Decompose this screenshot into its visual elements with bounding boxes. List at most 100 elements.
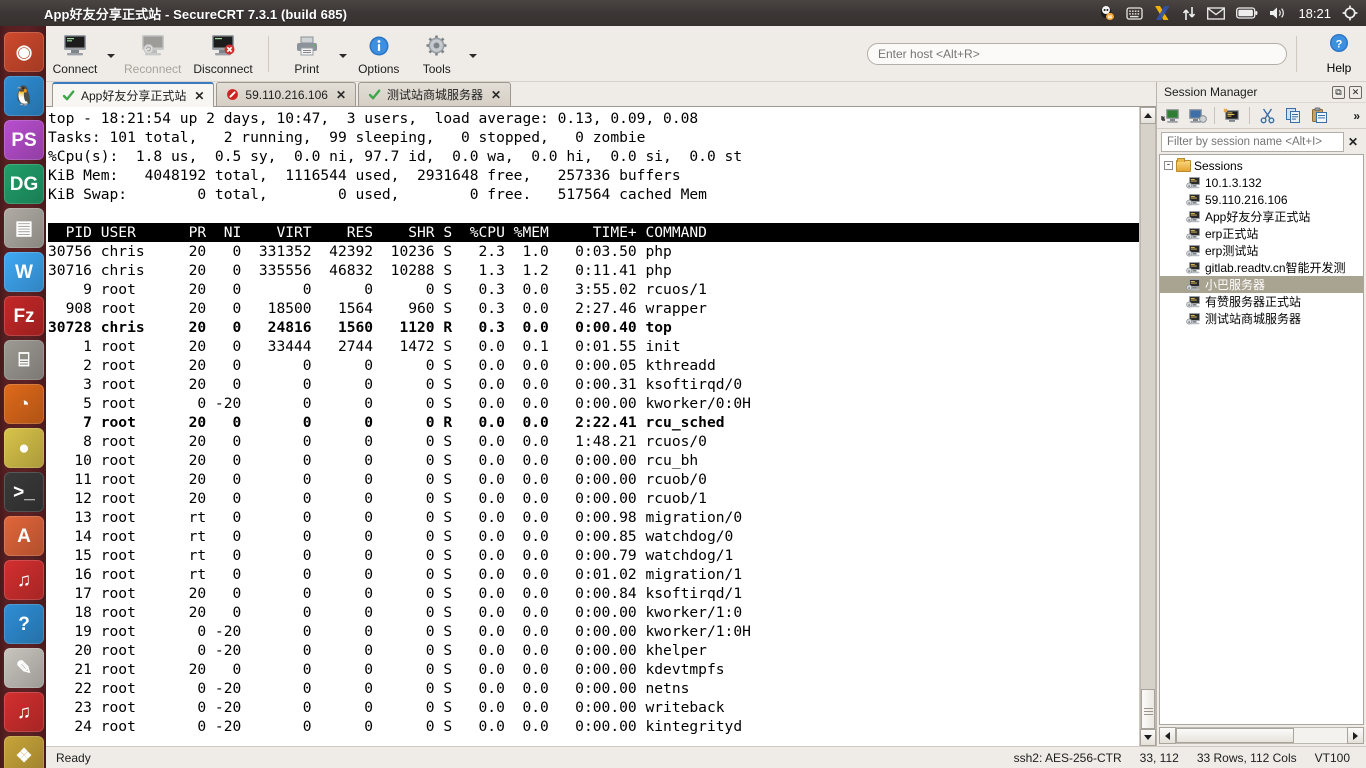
session-item-2[interactable]: App好友分享正式站: [1160, 208, 1363, 225]
session-tree-hscrollbar[interactable]: [1159, 727, 1364, 744]
netease-music-2-icon[interactable]: ♫: [4, 692, 44, 732]
session-item-6[interactable]: 小巴服务器: [1160, 276, 1363, 293]
terminal-column: App好友分享正式站 ✕ 59.110.216.106 ✕ 测试站商城服务器 ✕ top …: [46, 82, 1156, 746]
gear-icon: [425, 33, 448, 59]
paste-icon[interactable]: [1308, 105, 1330, 126]
launcher-icon-glyph: W: [15, 261, 33, 283]
power-gear-icon[interactable]: [1342, 2, 1358, 24]
ubuntu-dash-icon[interactable]: ◉: [4, 32, 44, 72]
session-item-7[interactable]: 有赞服务器正式站: [1160, 293, 1363, 310]
print-button[interactable]: Print: [278, 28, 336, 80]
tools-button[interactable]: Tools: [408, 28, 466, 80]
undock-icon[interactable]: ⧉: [1332, 85, 1345, 99]
connect-in-tab-icon[interactable]: [1221, 105, 1243, 126]
status-encryption: ssh2: AES-256-CTR: [1013, 750, 1122, 765]
volume-icon[interactable]: [1269, 2, 1287, 24]
session-item-5[interactable]: gitlab.readtv.cn智能开发测: [1160, 259, 1363, 276]
session-item-4[interactable]: erp测试站: [1160, 242, 1363, 259]
disconnect-button[interactable]: Disconnect: [187, 28, 258, 80]
tab-close-icon[interactable]: ✕: [336, 88, 346, 102]
disconnect-label: Disconnect: [193, 61, 253, 76]
toolbar-separator: [267, 35, 269, 72]
session-item-8[interactable]: 测试站商城服务器: [1160, 310, 1363, 327]
launcher-icon-glyph: ♫: [16, 701, 32, 723]
netease-music-icon[interactable]: ♫: [4, 560, 44, 600]
connect-button[interactable]: Connect: [46, 28, 104, 80]
datagrip-icon[interactable]: DG: [4, 164, 44, 204]
scroll-up-button[interactable]: [1140, 107, 1156, 124]
panel-clock[interactable]: 18:21: [1298, 6, 1331, 21]
network-updown-icon[interactable]: [1182, 2, 1196, 24]
hscroll-right-button[interactable]: [1347, 727, 1364, 744]
tools-dropdown-arrow[interactable]: [466, 28, 480, 80]
process-row: 22 root 0 -20 0 0 0 S 0.0 0.0 0:00.00 ne…: [48, 680, 690, 697]
firefox-icon[interactable]: ◔: [4, 384, 44, 424]
reconnect-button[interactable]: Reconnect: [118, 28, 187, 80]
battery-icon[interactable]: [1236, 2, 1258, 24]
tab-1[interactable]: 59.110.216.106 ✕: [216, 82, 357, 106]
tab-close-icon[interactable]: ✕: [194, 89, 204, 103]
print-dropdown-arrow[interactable]: [336, 28, 350, 80]
scroll-thumb[interactable]: [1141, 689, 1155, 729]
connect-dropdown-arrow[interactable]: [104, 28, 118, 80]
scroll-track[interactable]: [1140, 124, 1156, 729]
tab-close-icon[interactable]: ✕: [491, 88, 501, 102]
new-folder-icon[interactable]: [1186, 105, 1208, 126]
system-tray: 18:21: [1099, 2, 1366, 24]
tab-2[interactable]: 测试站商城服务器 ✕: [358, 82, 512, 106]
phpstorm-icon[interactable]: PS: [4, 120, 44, 160]
terminal-scrollbar[interactable]: [1139, 107, 1156, 746]
filter-clear-icon[interactable]: ✕: [1344, 135, 1362, 149]
terminal-header-line-2: %Cpu(s): 1.8 us, 0.5 sy, 0.0 ni, 97.7 id…: [48, 148, 743, 165]
keyboard-input-icon[interactable]: [1126, 2, 1144, 24]
terminal-screen[interactable]: top - 18:21:54 up 2 days, 10:47, 3 users…: [46, 107, 1139, 746]
session-item-3[interactable]: erp正式站: [1160, 225, 1363, 242]
hscroll-thumb[interactable]: [1176, 728, 1294, 743]
help-button[interactable]: ? Help: [1316, 28, 1362, 80]
session-icon: [1186, 227, 1201, 241]
ubuntu-software-icon[interactable]: A: [4, 516, 44, 556]
hscroll-track[interactable]: [1176, 727, 1347, 744]
tree-root-sessions[interactable]: - Sessions: [1160, 157, 1363, 174]
copy-icon[interactable]: [1282, 105, 1304, 126]
toolbar-overflow-icon[interactable]: »: [1353, 109, 1363, 123]
text-editor-icon[interactable]: ✎: [4, 648, 44, 688]
status-dimensions: 33 Rows, 112 Cols: [1196, 750, 1297, 765]
new-session-icon[interactable]: [1160, 105, 1182, 126]
collapse-icon[interactable]: -: [1164, 161, 1173, 170]
workspace-switcher-icon[interactable]: ❖: [4, 736, 44, 768]
session-item-label: 有赞服务器正式站: [1205, 295, 1302, 309]
tab-0[interactable]: App好友分享正式站 ✕: [52, 82, 215, 107]
wps-writer-icon[interactable]: W: [4, 252, 44, 292]
options-button[interactable]: Options: [350, 28, 408, 80]
terminal-header-line-3: KiB Mem: 4048192 total, 1116544 used, 29…: [48, 167, 681, 184]
terminal-header-line-0: top - 18:21:54 up 2 days, 10:47, 3 users…: [48, 110, 699, 127]
process-table-header: PID USER PR NI VIRT RES SHR S %CPU %MEM …: [48, 223, 1139, 242]
mail-icon[interactable]: [1207, 2, 1226, 24]
session-item-1[interactable]: 59.110.216.106: [1160, 191, 1363, 208]
launcher-icon-glyph: ◉: [15, 41, 33, 63]
session-tree[interactable]: - Sessions 10.1.3.132 59.110.216.106 App好友…: [1159, 154, 1364, 725]
session-filter-input[interactable]: [1161, 131, 1344, 152]
close-icon[interactable]: ✕: [1349, 85, 1362, 99]
host-input[interactable]: [867, 42, 1287, 65]
cut-icon[interactable]: [1256, 105, 1278, 126]
chrome-icon[interactable]: ●: [4, 428, 44, 468]
session-item-0[interactable]: 10.1.3.132: [1160, 174, 1363, 191]
xmind-icon[interactable]: [1154, 2, 1171, 24]
qq-penguin-icon[interactable]: 🐧: [4, 76, 44, 116]
help-icon[interactable]: ?: [4, 604, 44, 644]
process-row: 2 root 20 0 0 0 0 S 0.0 0.0 0:00.05 kthr…: [48, 357, 716, 374]
filezilla-icon[interactable]: Fz: [4, 296, 44, 336]
hscroll-left-button[interactable]: [1159, 727, 1176, 744]
securecrt-icon[interactable]: ▤: [4, 208, 44, 248]
svg-text:?: ?: [1336, 38, 1343, 50]
file-cabinet-icon[interactable]: ⌸: [4, 340, 44, 380]
session-manager-toolbar: »: [1157, 102, 1366, 129]
process-row: 11 root 20 0 0 0 0 S 0.0 0.0 0:00.00 rcu…: [48, 471, 707, 488]
terminal-icon[interactable]: >_: [4, 472, 44, 512]
launcher-icon-glyph: PS: [11, 129, 37, 151]
qq-icon[interactable]: [1099, 2, 1115, 24]
scroll-down-button[interactable]: [1140, 729, 1156, 746]
toolbar-divider-2: [1249, 107, 1250, 124]
